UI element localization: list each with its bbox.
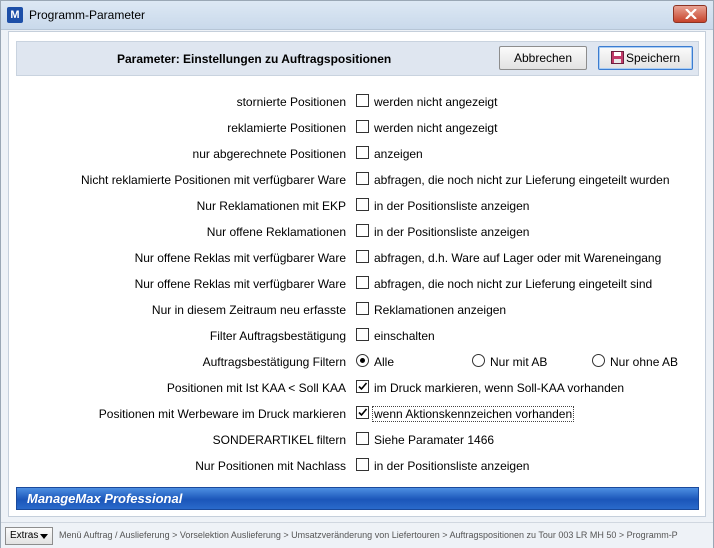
status-bar: Extras Menü Auftrag / Auslieferung > Vor… [1,522,713,548]
row-label: Nur offene Reklas mit verfügbarer Ware [134,277,346,291]
radio-nur-mit-ab[interactable] [472,354,485,367]
checkmark-icon [358,408,368,417]
header-title: Parameter: Einstellungen zu Auftragsposi… [117,52,392,66]
checkbox-label[interactable]: werden nicht angezeigt [374,121,497,135]
checkbox-label[interactable]: werden nicht angezeigt [374,95,497,109]
row-checkbox[interactable] [356,458,369,471]
radio-label-nur-mit-ab: Nur mit AB [490,355,548,369]
row-checkbox[interactable] [356,302,369,315]
row-checkbox[interactable] [356,432,369,445]
parameter-row: Nur in diesem Zeitraum neu erfasste Rekla… [9,298,707,324]
breadcrumb: Menü Auftrag / Auslieferung > Vorselekti… [59,530,678,540]
row-checkbox[interactable] [356,120,369,133]
row-label: Nur Reklamationen mit EKP [196,199,346,213]
row-checkbox[interactable] [356,380,369,393]
close-icon [685,9,697,19]
row-label: Nur offene Reklamationen [206,225,346,239]
row-label: nur abgerechnete Positionen [192,147,346,161]
close-button[interactable] [673,5,707,23]
radio-nur-ohne-ab[interactable] [592,354,605,367]
brand-bar: ManageMax Professional [16,487,699,510]
row-label: Filter Auftragsbestätigung [209,329,346,343]
window-title: Programm-Parameter [29,8,146,22]
row-label: Positionen mit Werbeware im Druck markie… [98,407,346,421]
row-checkbox[interactable] [356,224,369,237]
checkbox-label[interactable]: einschalten [374,329,435,343]
parameter-row: Nur offene Reklas mit verfügbarer Ware ab… [9,272,707,298]
parameter-row: nur abgerechnete Positionen anzeigen [9,142,707,168]
row-checkbox[interactable] [356,146,369,159]
row-ab-filter: Auftragsbestätigung Filtern Alle Nur mit… [9,350,707,376]
parameter-row: stornierte Positionen werden nicht angeze… [9,90,707,116]
checkmark-icon [358,382,368,391]
brand-name: ManageMax Professional [27,491,183,506]
cancel-button-label: Abbrechen [513,51,573,65]
row-checkbox[interactable] [356,172,369,185]
row-label: Nur offene Reklas mit verfügbarer Ware [134,251,346,265]
floppy-disk-icon [610,51,624,64]
radio-selected-dot [360,358,365,363]
radio-label-nur-ohne-ab: Nur ohne AB [610,355,679,369]
row-label: SONDERARTIKEL filtern [212,433,346,447]
radio-alle[interactable] [356,354,369,367]
checkbox-label[interactable]: abfragen, die noch nicht zur Lieferung e… [374,277,652,291]
row-checkbox[interactable] [356,250,369,263]
row-label: Nur in diesem Zeitraum neu erfasste [151,303,346,317]
parameter-row: Nur offene Reklamationen in der Positions… [9,220,707,246]
parameter-row: Filter Auftragsbestätigung einschalten [9,324,707,350]
parameter-row: Nur offene Reklas mit verfügbarer Ware ab… [9,246,707,272]
extras-dropdown-button[interactable]: Extras [5,527,53,545]
checkbox-label[interactable]: abfragen, die noch nicht zur Lieferung e… [374,173,670,187]
parameter-row: Nicht reklamierte Positionen mit verfügb… [9,168,707,194]
program-parameter-window: M Programm-Parameter Parameter: Einstell… [0,0,714,548]
parameter-row: Positionen mit Werbeware im Druck markie… [9,402,707,428]
extras-label: Extras [10,530,39,541]
row-label: Nur Positionen mit Nachlass [195,459,346,473]
checkbox-label[interactable]: in der Positionsliste anzeigen [374,459,529,473]
parameter-row: Nur Reklamationen mit EKP in der Position… [9,194,707,220]
row-label: stornierte Positionen [236,95,346,109]
parameter-row: Nur Positionen mit Nachlass in der Positi… [9,454,707,480]
parameter-header: Parameter: Einstellungen zu Auftragsposi… [16,41,699,76]
row-checkbox[interactable] [356,406,369,419]
checkbox-label[interactable]: in der Positionsliste anzeigen [374,199,529,213]
checkbox-label[interactable]: im Druck markieren, wenn Soll-KAA vorhan… [374,381,624,395]
cancel-button[interactable]: Abbrechen [499,46,587,70]
row-label: reklamierte Positionen [227,121,346,135]
checkbox-label[interactable]: in der Positionsliste anzeigen [374,225,529,239]
row-label: Nicht reklamierte Positionen mit verfügb… [81,173,346,187]
checkbox-label[interactable]: Siehe Paramater 1466 [374,433,494,447]
row-checkbox[interactable] [356,328,369,341]
row-checkbox[interactable] [356,276,369,289]
radio-label-alle: Alle [374,355,395,369]
title-bar[interactable]: M Programm-Parameter [1,1,713,30]
app-logo-icon: M [7,7,23,23]
content-panel: Parameter: Einstellungen zu Auftragsposi… [8,31,706,517]
parameter-row: Positionen mit Ist KAA < Soll KAA im Druc… [9,376,707,402]
checkbox-label[interactable]: anzeigen [374,147,423,161]
row-label: Positionen mit Ist KAA < Soll KAA [166,381,346,395]
row-checkbox[interactable] [356,198,369,211]
parameter-row: SONDERARTIKEL filtern Siehe Paramater 146… [9,428,707,454]
chevron-down-icon [40,534,48,539]
save-button-label: Speichern [625,51,681,65]
row-label: Auftragsbestätigung Filtern [202,355,346,369]
checkbox-label[interactable]: abfragen, d.h. Ware auf Lager oder mit W… [374,251,661,265]
checkbox-label[interactable]: Reklamationen anzeigen [374,303,506,317]
parameter-row: reklamierte Positionen werden nicht angez… [9,116,707,142]
save-button[interactable]: Speichern [598,46,693,70]
checkbox-label[interactable]: wenn Aktionskennzeichen vorhanden [371,406,575,422]
row-checkbox[interactable] [356,94,369,107]
